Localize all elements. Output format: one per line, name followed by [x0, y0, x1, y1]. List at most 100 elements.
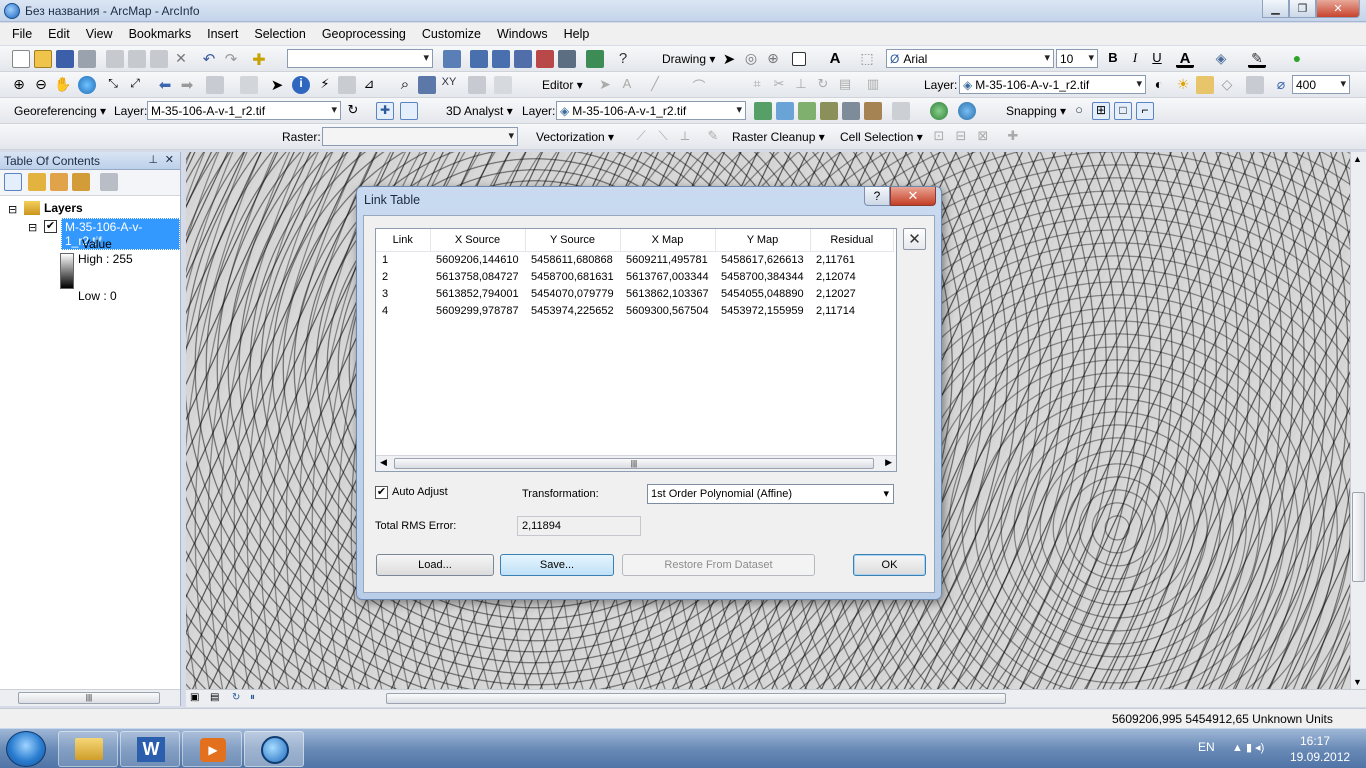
- menu-customize[interactable]: Customize: [414, 27, 489, 41]
- toc-horizontal-scrollbar[interactable]: |||: [0, 689, 180, 706]
- start-button[interactable]: [6, 731, 46, 767]
- map-hscroll-thumb[interactable]: [386, 693, 1006, 704]
- layer-combo-2[interactable]: ◈ M-35-106-A-v-1_r2.tif: [959, 75, 1146, 94]
- minimize-button[interactable]: ▁: [1262, 0, 1289, 18]
- hyperlink-icon[interactable]: [338, 76, 356, 94]
- font-name-combo[interactable]: Ø Arial: [886, 49, 1054, 68]
- col-y-source[interactable]: Y Source: [525, 229, 621, 252]
- raster-cleanup-menu[interactable]: Raster Cleanup ▾: [732, 127, 825, 147]
- menu-file[interactable]: File: [4, 27, 40, 41]
- select-connected-cells-icon[interactable]: ⊡: [930, 128, 948, 146]
- add-control-points-icon[interactable]: ✚: [376, 102, 394, 120]
- straight-segment-icon[interactable]: ╱: [646, 76, 664, 94]
- profile-graph-icon[interactable]: [820, 102, 838, 120]
- measure-icon[interactable]: ⊿: [360, 76, 378, 94]
- toc-close-icon[interactable]: ✕: [165, 153, 174, 166]
- rotate-edit-icon[interactable]: ↻: [814, 76, 832, 94]
- raster-cleanup-tool-icon[interactable]: ✎: [704, 128, 722, 146]
- contour-icon[interactable]: [754, 102, 772, 120]
- text-icon[interactable]: A: [826, 50, 844, 68]
- edit-vertices-2-icon[interactable]: ⌒: [690, 76, 708, 94]
- interactive-selection-icon[interactable]: ⊟: [952, 128, 970, 146]
- menu-edit[interactable]: Edit: [40, 27, 78, 41]
- arctoolbox-icon[interactable]: [536, 50, 554, 68]
- expand-layer-icon[interactable]: ⊟: [28, 221, 37, 234]
- magnifier-icon[interactable]: ⌀: [1272, 76, 1290, 94]
- undo-icon[interactable]: ↶: [200, 50, 218, 68]
- edit-annotation-icon[interactable]: A: [618, 76, 636, 94]
- list-by-selection-icon[interactable]: [72, 173, 90, 191]
- taskbar-explorer-button[interactable]: [58, 731, 118, 767]
- edit-vertices-icon[interactable]: ⬚: [858, 50, 876, 68]
- vertex-snapping-icon[interactable]: □: [1114, 102, 1132, 120]
- italic-button[interactable]: I: [1126, 50, 1144, 68]
- redo-icon[interactable]: ↷: [222, 50, 240, 68]
- col-x-source[interactable]: X Source: [430, 229, 526, 252]
- save-icon[interactable]: [56, 50, 74, 68]
- layer-visibility-checkbox[interactable]: ✔: [44, 220, 57, 233]
- point-snapping-icon[interactable]: ○: [1070, 102, 1088, 120]
- full-extent-icon[interactable]: [78, 76, 96, 94]
- fixed-zoom-in-icon[interactable]: ⤡: [104, 76, 122, 94]
- taskbar-arcmap-button[interactable]: [244, 731, 304, 767]
- map-vertical-scrollbar[interactable]: ▲ ▼: [1350, 152, 1366, 689]
- col-y-map[interactable]: Y Map: [715, 229, 811, 252]
- profile-icon[interactable]: [892, 102, 910, 120]
- go-back-icon[interactable]: ⬅: [156, 76, 174, 94]
- fixed-zoom-out-icon[interactable]: ⤢: [126, 76, 144, 94]
- select-elements-icon[interactable]: ➤: [720, 50, 738, 68]
- create-viewer-window-icon[interactable]: [494, 76, 512, 94]
- paste-icon[interactable]: [150, 50, 168, 68]
- select-by-rectangle-icon[interactable]: [206, 76, 224, 94]
- taskbar-media-button[interactable]: ▶: [182, 731, 242, 767]
- arcscene-icon[interactable]: [930, 102, 948, 120]
- layer-name-selected[interactable]: M-35-106-A-v-1_r2.tif: [61, 218, 180, 250]
- split-icon[interactable]: ⊥: [792, 76, 810, 94]
- taskbar-word-button[interactable]: W: [120, 731, 180, 767]
- raster-snapping-icon[interactable]: ✚: [1004, 128, 1022, 146]
- display-resolution-icon[interactable]: [1246, 76, 1264, 94]
- print-icon[interactable]: [78, 50, 96, 68]
- table-row[interactable]: 1 5609206,144610 5458611,680868 5609211,…: [376, 251, 894, 268]
- dialog-close-button[interactable]: ✕: [890, 187, 936, 206]
- html-popup-icon[interactable]: ⚡: [316, 76, 334, 94]
- dialog-help-button[interactable]: ?: [864, 187, 890, 206]
- zoom-out-icon[interactable]: ⊖: [32, 76, 50, 94]
- font-color-icon[interactable]: A: [1176, 50, 1194, 68]
- go-forward-icon[interactable]: ➡: [178, 76, 196, 94]
- save-button[interactable]: Save...: [500, 554, 614, 576]
- open-folder-icon[interactable]: [34, 50, 52, 68]
- pan-icon[interactable]: ✋: [54, 76, 72, 94]
- rectangle-icon[interactable]: [792, 52, 806, 66]
- view-link-table-icon[interactable]: [400, 102, 418, 120]
- snapping-menu[interactable]: Snapping ▾: [1006, 101, 1066, 121]
- add-data-icon[interactable]: ✚: [250, 50, 268, 69]
- menu-help[interactable]: Help: [556, 27, 598, 41]
- layout-view-icon[interactable]: ▤: [210, 692, 219, 703]
- ok-button[interactable]: OK: [853, 554, 926, 576]
- new-document-icon[interactable]: [12, 50, 30, 68]
- zoom-in-icon[interactable]: ⊕: [10, 76, 28, 94]
- bold-button[interactable]: B: [1104, 50, 1122, 68]
- python-window-icon[interactable]: [558, 50, 576, 68]
- col-residual[interactable]: Residual: [810, 229, 894, 252]
- layers-root-label[interactable]: Layers: [44, 201, 83, 215]
- toc-scroll-thumb[interactable]: |||: [18, 692, 160, 704]
- language-indicator[interactable]: EN: [1198, 740, 1215, 754]
- interpolate-point-icon[interactable]: [842, 102, 860, 120]
- menu-insert[interactable]: Insert: [199, 27, 246, 41]
- clock-time[interactable]: 16:17: [1300, 734, 1330, 748]
- clear-selection-icon[interactable]: [240, 76, 258, 94]
- transparency-icon[interactable]: [1196, 76, 1214, 94]
- menu-view[interactable]: View: [78, 27, 121, 41]
- steepest-path-icon[interactable]: [776, 102, 794, 120]
- grid-scroll-right-icon[interactable]: ▶: [885, 457, 892, 468]
- zoom-to-selected-elements-icon[interactable]: ⊕: [764, 50, 782, 68]
- refresh-view-icon[interactable]: ↻: [232, 692, 240, 703]
- catalog-window-icon[interactable]: [492, 50, 510, 68]
- edge-snapping-icon[interactable]: ⌐: [1136, 102, 1154, 120]
- delete-link-button[interactable]: ✕: [903, 228, 926, 250]
- grid-scroll-thumb[interactable]: |||: [394, 458, 874, 469]
- attributes-icon[interactable]: ▤: [836, 76, 854, 94]
- load-button[interactable]: Load...: [376, 554, 494, 576]
